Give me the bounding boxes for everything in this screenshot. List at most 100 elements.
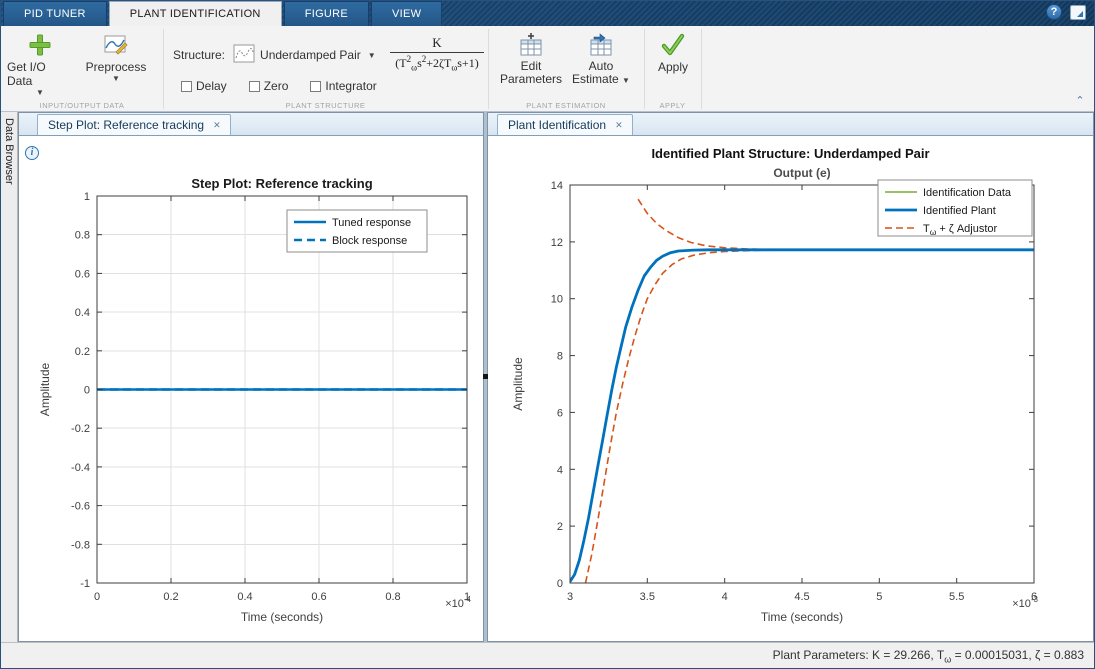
- ribbon-tabstrip: PID TUNER PLANT IDENTIFICATION FIGURE VI…: [1, 1, 1094, 26]
- group-label-estimation: PLANT ESTIMATION: [526, 101, 606, 110]
- svg-text:Time (seconds): Time (seconds): [241, 610, 323, 624]
- svg-text:Time (seconds): Time (seconds): [761, 610, 843, 624]
- svg-text:0.4: 0.4: [75, 307, 90, 319]
- new-window-icon[interactable]: [1070, 4, 1086, 20]
- chevron-down-icon[interactable]: ▼: [368, 51, 376, 60]
- get-io-data-label: Get I/O Data: [7, 60, 46, 88]
- group-label-apply: APPLY: [659, 101, 686, 110]
- svg-text:Output (e): Output (e): [773, 166, 830, 180]
- plant-structure-heading: Identified Plant Structure: Underdamped …: [651, 146, 930, 161]
- svg-text:1: 1: [84, 191, 90, 203]
- tab-figure[interactable]: FIGURE: [283, 1, 370, 26]
- checkbox-integrator[interactable]: Integrator: [310, 79, 377, 93]
- checkbox-delay-label: Delay: [196, 79, 227, 93]
- svg-text:0: 0: [94, 591, 100, 603]
- info-icon[interactable]: i: [25, 146, 39, 160]
- chevron-down-icon: ▼: [622, 76, 630, 85]
- plant-parameters-text: Plant Parameters: K = 29.266, Tω = 0.000…: [772, 647, 1084, 665]
- svg-text:-0.8: -0.8: [71, 539, 90, 551]
- panel-splitter[interactable]: [483, 112, 488, 642]
- tab-plant-identification-label: Plant Identification: [508, 118, 607, 132]
- svg-text:Amplitude: Amplitude: [38, 363, 52, 417]
- group-label-structure: PLANT STRUCTURE: [285, 101, 366, 110]
- svg-text:0.6: 0.6: [75, 268, 90, 280]
- step-plot-panel: Step Plot: Reference tracking ✕ i 0 0.2 0.…: [18, 112, 484, 642]
- svg-text:Amplitude: Amplitude: [511, 357, 525, 411]
- preprocess-button[interactable]: Preprocess ▼: [83, 31, 149, 83]
- close-icon[interactable]: ✕: [213, 120, 221, 131]
- group-io-data: Get I/O Data ▼ Preprocess ▼ INPUT/OUTPUT…: [1, 26, 163, 111]
- ribbon-toolbar: Get I/O Data ▼ Preprocess ▼ INPUT/OUTPUT…: [1, 26, 1094, 112]
- plant-id-chart: 3 3.5 4 4.5 5 5.5 6 0 2 4 6 8 10 12 14 ×10-3 Time (secon…: [488, 136, 1093, 641]
- svg-text:-0.4: -0.4: [71, 462, 90, 474]
- apply-button[interactable]: Apply: [652, 31, 694, 74]
- svg-text:Tuned response: Tuned response: [332, 217, 411, 229]
- auto-estimate-icon: [588, 31, 614, 58]
- svg-text:×10-3: ×10-3: [1012, 595, 1038, 610]
- tab-step-plot-label: Step Plot: Reference tracking: [48, 118, 205, 132]
- pid-tuner-window: PID TUNER PLANT IDENTIFICATION FIGURE VI…: [0, 0, 1095, 669]
- get-io-data-button[interactable]: Get I/O Data ▼: [7, 31, 73, 97]
- data-browser-label: Data Browser: [3, 118, 15, 185]
- checkbox-integrator-label: Integrator: [325, 79, 377, 93]
- svg-text:0.2: 0.2: [163, 591, 178, 603]
- svg-text:Identified Plant: Identified Plant: [923, 205, 996, 217]
- plant-identification-body: Identified Plant Structure: Underdamped …: [488, 136, 1093, 641]
- edit-parameters-button[interactable]: Edit Parameters: [500, 31, 562, 86]
- auto-estimate-button[interactable]: Auto Estimate ▼: [570, 31, 632, 86]
- preprocess-label: Preprocess: [85, 60, 147, 74]
- svg-text:Identification Data: Identification Data: [923, 187, 1012, 199]
- plant-identification-panel: Plant Identification ✕ Identified Plant …: [487, 112, 1094, 642]
- minimize-ribbon-icon[interactable]: ⌃: [1072, 95, 1088, 109]
- svg-text:0.2: 0.2: [75, 346, 90, 358]
- svg-text:3.5: 3.5: [640, 591, 655, 603]
- svg-text:5: 5: [876, 591, 882, 603]
- svg-text:10: 10: [551, 294, 563, 306]
- checkbox-zero-label: Zero: [263, 79, 289, 93]
- checkbox-box[interactable]: [181, 80, 192, 92]
- help-icon[interactable]: ?: [1046, 4, 1062, 20]
- svg-text:-0.6: -0.6: [71, 501, 90, 513]
- svg-text:4.5: 4.5: [794, 591, 809, 603]
- left-doctab-bar: Step Plot: Reference tracking ✕: [19, 113, 483, 136]
- svg-text:3: 3: [567, 591, 573, 603]
- tab-plant-identification[interactable]: PLANT IDENTIFICATION: [108, 1, 282, 26]
- right-doctab-bar: Plant Identification ✕: [488, 113, 1093, 136]
- structure-dropdown[interactable]: Underdamped Pair: [260, 48, 361, 62]
- main-area: Data Browser Step Plot: Reference tracki…: [1, 112, 1094, 642]
- chevron-down-icon: ▼: [112, 74, 120, 83]
- step-plot-chart: 0 0.2 0.4 0.6 0.8 1 -1 -0.8 -0.6 -0.4 -0.2 0 0.2 0.4 0…: [19, 136, 483, 641]
- svg-text:5.5: 5.5: [949, 591, 964, 603]
- group-plant-structure: Structure: Underdamped Pair ▼ Delay Zero…: [163, 26, 488, 111]
- chevron-down-icon: ▼: [36, 88, 44, 97]
- tab-plant-identification-doc[interactable]: Plant Identification ✕: [497, 114, 633, 135]
- svg-text:12: 12: [551, 237, 563, 249]
- svg-text:2: 2: [557, 521, 563, 533]
- svg-text:Block response: Block response: [332, 235, 407, 247]
- close-icon[interactable]: ✕: [615, 120, 623, 131]
- group-plant-estimation: Edit Parameters Auto Estimate ▼ PLANT ES…: [488, 26, 644, 111]
- group-apply: Apply APPLY: [644, 26, 701, 111]
- tab-view[interactable]: VIEW: [371, 1, 443, 26]
- svg-text:0: 0: [557, 578, 563, 590]
- svg-text:0: 0: [84, 385, 90, 397]
- svg-text:4: 4: [557, 464, 563, 476]
- checkbox-zero[interactable]: Zero: [248, 79, 289, 93]
- apply-check-icon: [660, 31, 686, 58]
- svg-text:×10-4: ×10-4: [445, 595, 471, 610]
- edit-parameters-icon: [518, 31, 544, 58]
- checkbox-box[interactable]: [248, 80, 260, 92]
- svg-text:0.8: 0.8: [385, 591, 400, 603]
- checkbox-delay[interactable]: Delay: [181, 79, 227, 93]
- svg-text:8: 8: [557, 351, 563, 363]
- plant-formula: K (T2ωs2+2ζTωs+1): [386, 35, 488, 72]
- tab-step-plot[interactable]: Step Plot: Reference tracking ✕: [37, 114, 231, 135]
- status-bar: Plant Parameters: K = 29.266, Tω = 0.000…: [1, 642, 1094, 668]
- tab-pid-tuner[interactable]: PID TUNER: [3, 1, 107, 26]
- checkbox-box[interactable]: [310, 80, 322, 92]
- svg-text:14: 14: [551, 180, 563, 192]
- data-browser-tab[interactable]: Data Browser: [1, 112, 18, 642]
- svg-text:0.6: 0.6: [311, 591, 326, 603]
- preprocess-icon: [103, 31, 129, 58]
- step-plot-body: i 0 0.2 0.4 0.6 0.8 1 -1 -0.8 -0.6 -0.4 -0.2 0 0.2 0.…: [19, 136, 483, 641]
